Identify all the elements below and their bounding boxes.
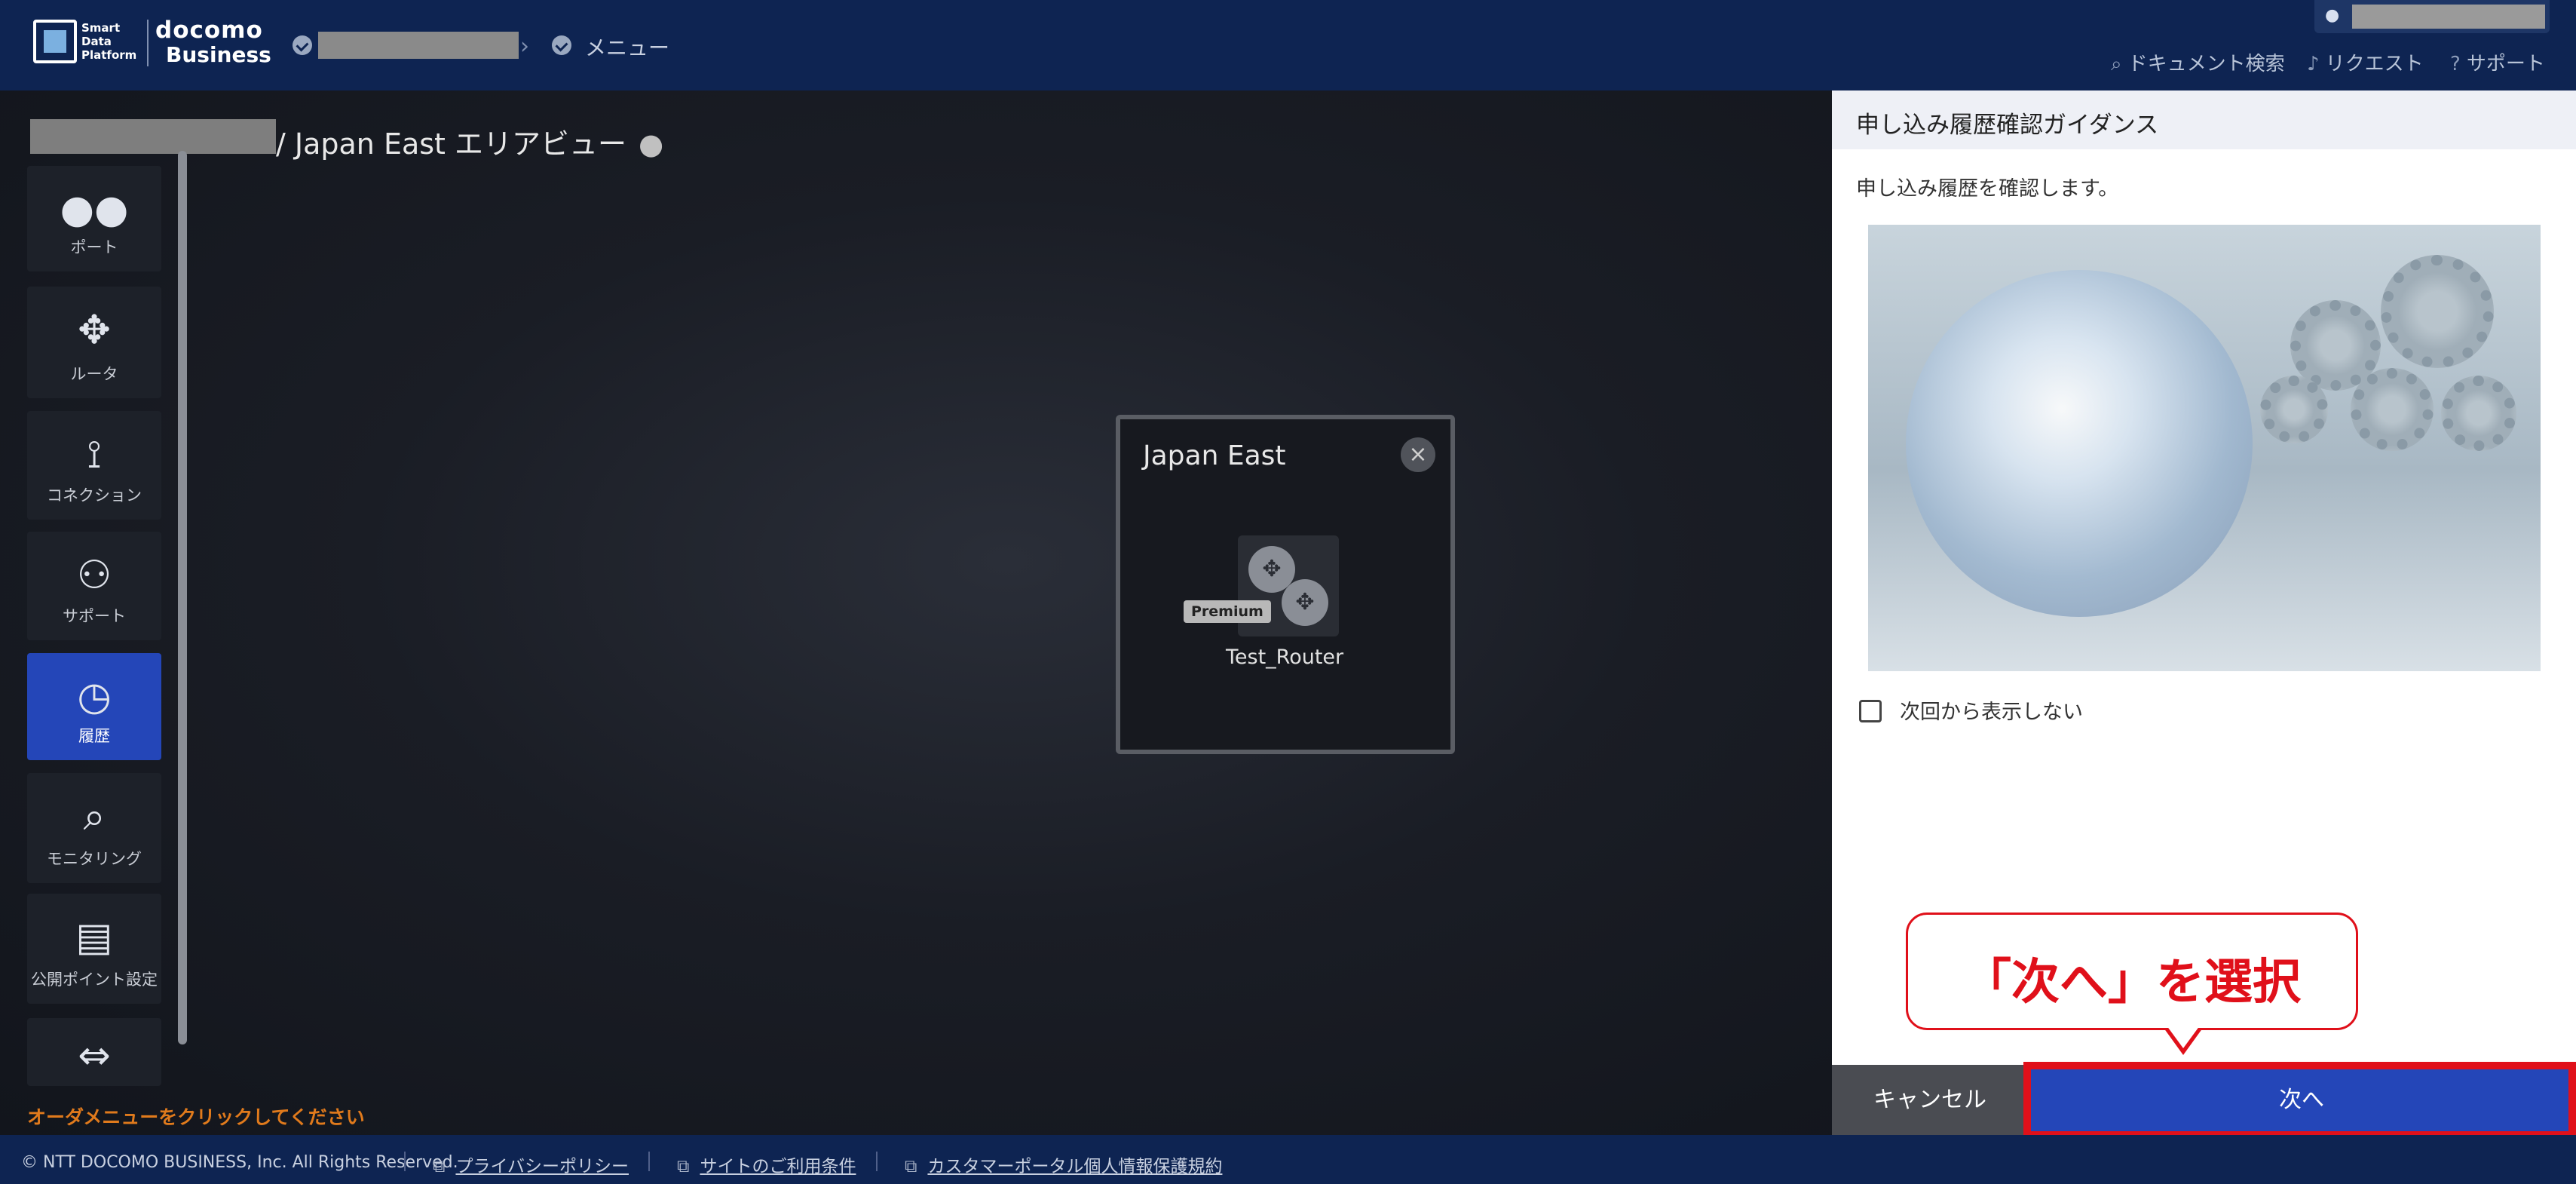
connection-icon: ⟟ — [87, 432, 102, 477]
external-link-icon: ⧉ — [677, 1157, 690, 1176]
footer-link-customer-privacy[interactable]: ⧉ カスタマーポータル個人情報保護規約 — [905, 1152, 1222, 1177]
next-button[interactable]: 次へ — [2031, 1069, 2572, 1131]
sidebar-item-support[interactable]: ⚇ サポート — [27, 532, 161, 640]
copyright-text: © NTT DOCOMO BUSINESS, Inc. All Rights R… — [21, 1153, 458, 1172]
user-icon: ● — [2325, 6, 2340, 25]
footer-link-terms[interactable]: ⧉ サイトのご利用条件 — [677, 1152, 856, 1177]
person-icon: ● — [639, 127, 664, 161]
gear-image — [2351, 368, 2434, 451]
breadcrumb-chevron-icon — [293, 35, 312, 55]
gear-image — [2441, 376, 2516, 451]
help-icon: ? — [2450, 53, 2461, 75]
cancel-button[interactable]: キャンセル — [1832, 1065, 2028, 1135]
external-link-icon: ⧉ — [433, 1157, 446, 1176]
guidance-panel: 申し込み履歴確認ガイダンス 申し込み履歴を確認します。 次回から表示しない 「次… — [1832, 90, 2576, 1139]
area-view-canvas — [0, 90, 1832, 1135]
sdp-logo-icon[interactable] — [33, 20, 77, 63]
globe-image — [1906, 270, 2253, 617]
breadcrumb-chevron-icon — [552, 35, 571, 55]
area-box-japan-east: Japan East × ✥ ✥ Premium Test_Router — [1116, 415, 1455, 754]
tenant-name-redacted — [30, 119, 276, 154]
panel-header: 申し込み履歴確認ガイダンス — [1832, 90, 2576, 149]
sidebar-item-router[interactable]: ✥ ルータ — [27, 287, 161, 398]
sidebar-item-history[interactable]: ◷ 履歴 — [27, 653, 161, 760]
logo-divider — [147, 20, 149, 66]
panel-footer: キャンセル 次へ — [1832, 1062, 2576, 1139]
sidebar-item-monitoring[interactable]: ⌕ モニタリング — [27, 773, 161, 883]
close-icon[interactable]: × — [1401, 437, 1435, 472]
user-menu[interactable]: ● — [2314, 0, 2550, 33]
area-name: Japan East — [1143, 440, 1286, 471]
support-user-icon: ⚇ — [76, 553, 112, 598]
sidebar-item-port[interactable]: ●● ポート — [27, 166, 161, 271]
top-header: Smart Data Platform docomo Business › メニ… — [0, 0, 2576, 90]
panel-description: 申し込み履歴を確認します。 — [1856, 177, 2119, 201]
plug-icon: ⇔ — [78, 1033, 111, 1078]
footer-link-privacy[interactable]: ⧉ プライバシーポリシー — [433, 1152, 629, 1177]
search-icon: ⌕ — [2111, 53, 2122, 75]
footer-divider — [404, 1152, 406, 1171]
callout-tail-inner — [2167, 1026, 2200, 1048]
footer-divider — [648, 1152, 650, 1171]
logo-sdp-text: Smart Data Platform — [81, 21, 137, 62]
monitoring-icon: ⌕ — [83, 794, 106, 839]
user-name-redacted — [2352, 5, 2545, 29]
breadcrumb-arrow-icon: › — [520, 33, 529, 60]
gear-image — [2381, 255, 2494, 368]
sidebar-item-plug[interactable]: ⇔ — [27, 1018, 161, 1086]
breadcrumb-redacted-tenant[interactable] — [318, 32, 519, 59]
router-icon: ✥ — [1282, 579, 1328, 626]
page-footer: © NTT DOCOMO BUSINESS, Inc. All Rights R… — [0, 1135, 2576, 1184]
logo-business-text: Business — [166, 42, 271, 67]
logo-docomo-text: docomo — [155, 17, 263, 44]
header-link-request[interactable]: ♪ リクエスト — [2307, 48, 2424, 76]
premium-badge: Premium — [1184, 600, 1271, 623]
dont-show-again-checkbox[interactable] — [1859, 700, 1882, 722]
router-icon: ✥ — [78, 308, 111, 353]
order-menu-hint: オーダメニューをクリックしてください — [27, 1106, 365, 1128]
gear-image — [2260, 376, 2328, 443]
bell-icon: ♪ — [2307, 53, 2320, 75]
port-icon: ●● — [60, 187, 129, 232]
sidebar-item-connection[interactable]: ⟟ コネクション — [27, 411, 161, 520]
area-view-title: / Japan East エリアビュー ● — [276, 127, 664, 161]
router-name[interactable]: Test_Router — [1226, 646, 1343, 669]
breadcrumb-menu[interactable]: メニュー — [585, 32, 669, 62]
panel-title: 申し込み履歴確認ガイダンス — [1856, 112, 2159, 139]
sidebar-item-public-point[interactable]: ▤ 公開ポイント設定 — [27, 894, 161, 1004]
sidebar-scrollbar[interactable] — [178, 151, 187, 1044]
footer-divider — [876, 1152, 878, 1171]
dont-show-again-label[interactable]: 次回から表示しない — [1900, 695, 2083, 725]
header-link-support[interactable]: ? サポート — [2450, 48, 2545, 76]
display-icon: ▤ — [75, 915, 113, 960]
header-link-document-search[interactable]: ⌕ ドキュメント検索 — [2111, 48, 2285, 76]
external-link-icon: ⧉ — [905, 1157, 917, 1176]
guidance-image-globe-gears — [1868, 225, 2541, 671]
instruction-callout: 「次へ」を選択 — [1906, 913, 2358, 1030]
callout-text: 「次へ」を選択 — [1963, 955, 2301, 1011]
history-icon: ◷ — [77, 674, 112, 719]
